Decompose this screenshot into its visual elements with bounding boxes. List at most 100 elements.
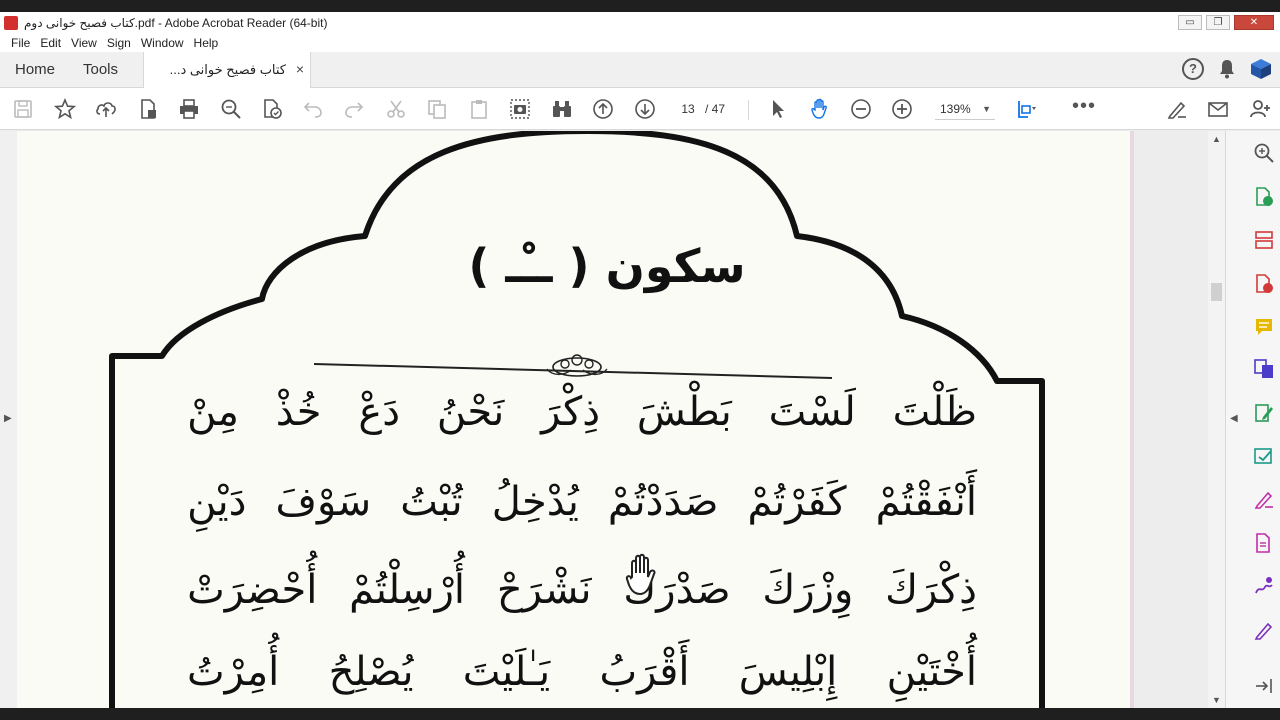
redo-icon[interactable] xyxy=(343,98,365,120)
word: بَطْشَ xyxy=(636,389,732,435)
word: نَشْرَحْ xyxy=(496,567,592,613)
tab-bar-actions: ? xyxy=(1182,58,1272,80)
word: نَحْنُ xyxy=(436,389,505,435)
word: أَنْفَقْتُمْ xyxy=(875,479,977,525)
snapshot-camera-icon[interactable] xyxy=(509,98,531,120)
document-view[interactable]: سکون ( ــْـ ) مِنْ خُذْ دَعْ نَحْنُ ذِكْ… xyxy=(17,131,1225,708)
word: صَدَدْتُمْ xyxy=(607,479,719,525)
hand-tool-icon[interactable] xyxy=(809,98,831,120)
sign-pen-icon[interactable] xyxy=(1166,98,1188,120)
share-user-icon[interactable] xyxy=(1249,98,1271,120)
next-page-icon[interactable] xyxy=(634,98,656,120)
send-for-review-icon[interactable] xyxy=(1253,445,1275,467)
main-toolbar: 13 / 47 139% ▼ ••• xyxy=(0,88,1280,130)
page-total-label: / 47 xyxy=(705,102,726,116)
chevron-down-icon: ▼ xyxy=(982,104,991,114)
acrobat-app-icon xyxy=(4,15,18,30)
window-titlebar: کتاب فصیح خوانی دوم.pdf - Adobe Acrobat … xyxy=(0,12,1280,33)
select-arrow-icon[interactable] xyxy=(767,98,789,120)
expand-left-panel-icon[interactable]: ▶ xyxy=(4,413,12,424)
comment-icon[interactable] xyxy=(1253,316,1275,338)
maximize-button[interactable]: ❐ xyxy=(1206,15,1230,30)
search-zoom-icon[interactable] xyxy=(1253,142,1275,164)
menu-edit[interactable]: Edit xyxy=(35,36,66,50)
scroll-up-icon[interactable]: ▲ xyxy=(1212,134,1221,144)
scroll-down-icon[interactable]: ▼ xyxy=(1212,695,1221,705)
menu-sign[interactable]: Sign xyxy=(102,36,136,50)
word: خُذْ xyxy=(275,389,322,435)
collapse-pane-icon[interactable] xyxy=(1253,675,1275,697)
word: يَـٰلَيْتَ xyxy=(462,649,551,695)
create-pdf-icon[interactable] xyxy=(137,98,159,120)
print-icon[interactable] xyxy=(178,98,200,120)
word: ظَلْتَ xyxy=(892,389,977,435)
tab-home[interactable]: Home xyxy=(15,61,55,78)
more-tools-sidebar-icon[interactable] xyxy=(1253,619,1275,641)
window-title: کتاب فصیح خوانی دوم.pdf - Adobe Acrobat … xyxy=(24,15,328,30)
upload-cloud-icon[interactable] xyxy=(95,98,117,120)
menu-view[interactable]: View xyxy=(66,36,102,50)
copy-icon[interactable] xyxy=(426,98,448,120)
word: دَيْنِ xyxy=(187,479,247,525)
word: كَفَرْتُمْ xyxy=(747,479,847,525)
word: مِنْ xyxy=(187,389,239,435)
edit-pdf-icon[interactable] xyxy=(1253,402,1275,424)
word: ذِكْرَ xyxy=(541,389,601,435)
top-edge-strip xyxy=(0,0,1280,12)
fill-and-sign-sidebar-icon[interactable] xyxy=(1253,488,1275,510)
scrollbar-thumb[interactable] xyxy=(1211,283,1222,301)
word: إِبْلِيسَ xyxy=(738,649,838,695)
tab-tools[interactable]: Tools xyxy=(83,61,118,78)
minimize-button[interactable]: ▭ xyxy=(1178,15,1202,30)
menu-window[interactable]: Window xyxy=(136,36,189,50)
ornament-flourish xyxy=(546,354,608,377)
word: لَسْتَ xyxy=(768,389,856,435)
page-number-input[interactable]: 13 xyxy=(676,99,700,119)
export-pdf-icon[interactable] xyxy=(1253,186,1275,208)
binoculars-icon[interactable] xyxy=(551,98,573,120)
word: يُصْلِحُ xyxy=(328,649,414,695)
right-tools-pane: ◀ xyxy=(1225,131,1280,708)
pdf-page: سکون ( ــْـ ) مِنْ خُذْ دَعْ نَحْنُ ذِكْ… xyxy=(17,131,1132,708)
notifications-bell-icon[interactable] xyxy=(1218,59,1236,79)
word: دَعْ xyxy=(358,389,401,435)
close-window-button[interactable]: ✕ xyxy=(1234,15,1274,30)
word-row-1: مِنْ خُذْ دَعْ نَحْنُ ذِكْرَ بَطْشَ لَسْ… xyxy=(187,389,977,435)
page-edge xyxy=(1130,131,1134,708)
protect-pdf-icon[interactable] xyxy=(1253,532,1275,554)
save-icon[interactable] xyxy=(12,98,34,120)
email-envelope-icon[interactable] xyxy=(1207,98,1229,120)
cut-scissors-icon[interactable] xyxy=(385,98,407,120)
zoom-out-icon[interactable] xyxy=(850,98,872,120)
menu-help[interactable]: Help xyxy=(189,36,224,50)
word: سَوْفَ xyxy=(275,479,372,525)
organize-pages-icon[interactable] xyxy=(1253,229,1275,251)
page-fit-icon[interactable] xyxy=(1016,98,1038,120)
bookmark-star-icon[interactable] xyxy=(53,97,77,120)
creative-cloud-icon[interactable] xyxy=(1250,58,1272,80)
word: يُدْخِلُ xyxy=(491,479,579,525)
create-pdf-sidebar-icon[interactable] xyxy=(1253,273,1275,295)
help-icon[interactable]: ? xyxy=(1182,58,1204,80)
menu-file[interactable]: File xyxy=(6,36,35,50)
hand-cursor-icon xyxy=(625,553,656,596)
find-text-icon[interactable] xyxy=(220,98,242,120)
request-signatures-icon[interactable] xyxy=(1253,575,1275,597)
undo-icon[interactable] xyxy=(302,98,324,120)
document-tab-label: کتاب فصیح خوانی د... xyxy=(169,62,286,77)
more-tools-icon[interactable]: ••• xyxy=(1072,96,1096,116)
previous-page-icon[interactable] xyxy=(592,98,614,120)
word: ذِكْرَكَ xyxy=(885,567,977,613)
document-tab[interactable]: کتاب فصیح خوانی د... × xyxy=(143,52,311,88)
combine-files-icon[interactable] xyxy=(1253,358,1275,380)
fill-sign-icon[interactable] xyxy=(261,98,283,120)
close-tab-icon[interactable]: × xyxy=(296,61,304,77)
paste-icon[interactable] xyxy=(468,98,490,120)
word: أَقْرَبُ xyxy=(599,649,690,695)
collapse-right-pane-icon[interactable]: ◀ xyxy=(1230,413,1238,424)
zoom-in-icon[interactable] xyxy=(891,98,913,120)
left-panel-toggle-strip[interactable]: ▶ xyxy=(0,131,17,708)
word-row-2: دَيْنِ سَوْفَ تُبْتُ يُدْخِلُ صَدَدْتُمْ… xyxy=(187,479,977,525)
vertical-scrollbar[interactable]: ▲ ▼ xyxy=(1208,131,1225,708)
zoom-level-select[interactable]: 139% ▼ xyxy=(935,98,995,120)
